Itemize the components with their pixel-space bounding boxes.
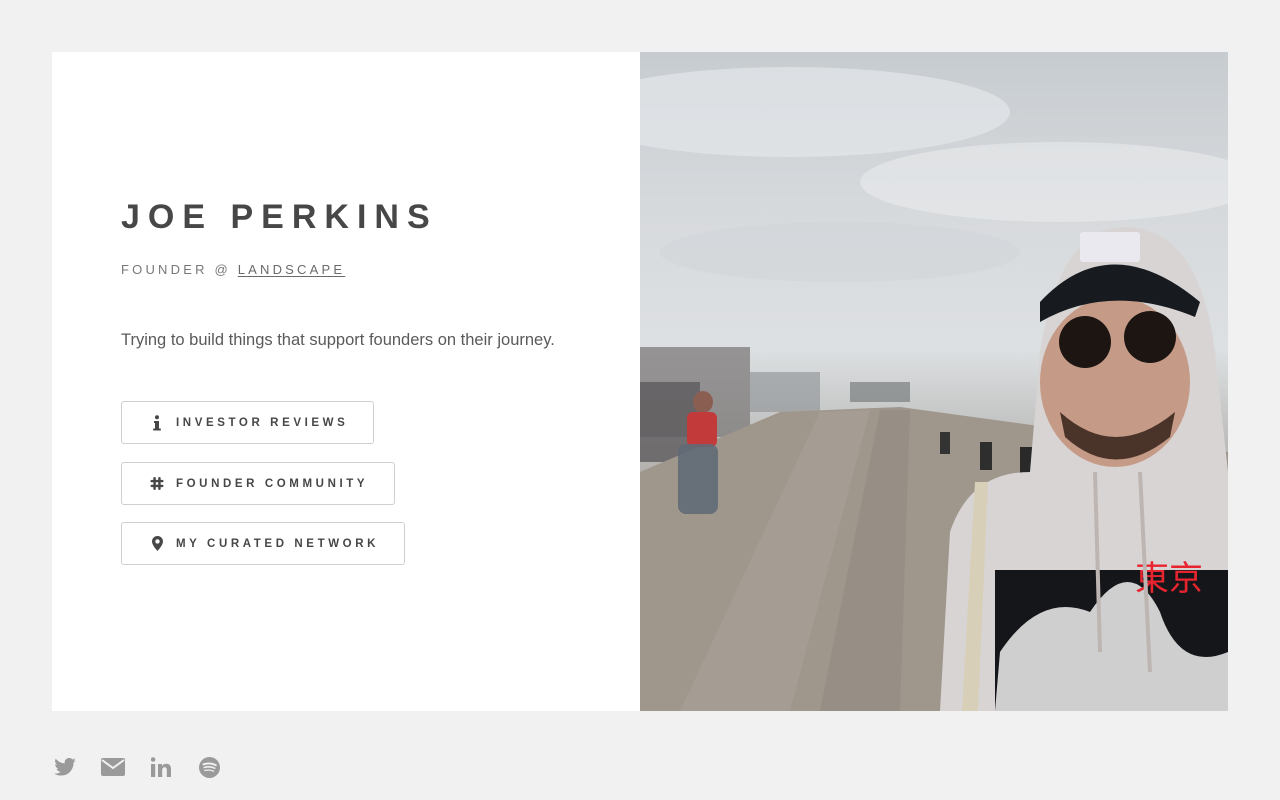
spotify-icon[interactable]: [196, 754, 222, 780]
profile-role: FOUNDER @ LANDSCAPE: [121, 262, 345, 277]
company-link[interactable]: LANDSCAPE: [238, 262, 346, 277]
envelope-icon[interactable]: [100, 754, 126, 780]
social-links: [52, 754, 222, 780]
profile-tagline: Trying to build things that support foun…: [121, 331, 555, 349]
twitter-icon[interactable]: [52, 754, 78, 780]
investor-reviews-button[interactable]: INVESTOR REVIEWS: [121, 401, 374, 444]
profile-info-panel: JOE PERKINS FOUNDER @ LANDSCAPE Trying t…: [52, 52, 640, 711]
linkedin-icon[interactable]: [148, 754, 174, 780]
photo-scene: 東京: [640, 67, 1228, 711]
investor-reviews-label: INVESTOR REVIEWS: [176, 416, 349, 429]
info-icon: [150, 414, 164, 431]
founder-community-button[interactable]: FOUNDER COMMUNITY: [121, 462, 395, 505]
role-prefix: FOUNDER @: [121, 262, 231, 277]
map-marker-icon: [150, 536, 164, 552]
profile-name: JOE PERKINS: [121, 198, 438, 236]
profile-card: JOE PERKINS FOUNDER @ LANDSCAPE Trying t…: [52, 52, 1228, 711]
profile-photo: 東京: [640, 52, 1228, 711]
curated-network-button[interactable]: MY CURATED NETWORK: [121, 522, 405, 565]
slack-icon: [150, 476, 164, 492]
founder-community-label: FOUNDER COMMUNITY: [176, 477, 369, 490]
curated-network-label: MY CURATED NETWORK: [176, 537, 380, 550]
